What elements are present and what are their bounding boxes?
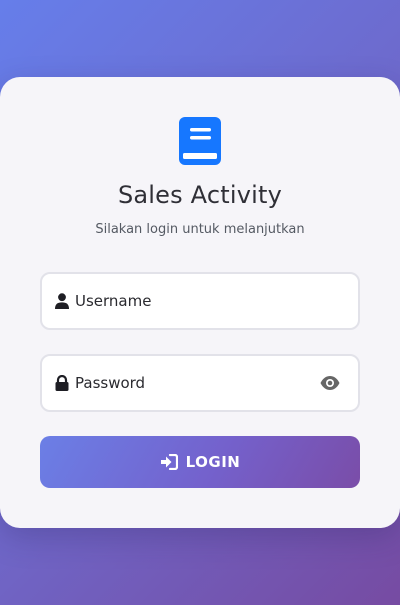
username-input[interactable]: [75, 288, 315, 314]
password-input[interactable]: [75, 370, 315, 396]
eye-icon[interactable]: [320, 375, 340, 391]
login-button[interactable]: LOGIN: [40, 436, 360, 488]
login-card: Sales Activity Silakan login untuk melan…: [0, 77, 400, 528]
app-title: Sales Activity: [117, 181, 283, 209]
lock-icon: [55, 375, 69, 391]
sign-in-icon: [160, 454, 178, 470]
book-icon: [179, 117, 221, 165]
username-field[interactable]: [40, 272, 360, 330]
login-subtitle: Silakan login untuk melanjutkan: [95, 222, 305, 237]
password-field[interactable]: [40, 354, 360, 412]
login-button-label: LOGIN: [185, 453, 241, 471]
user-icon: [55, 293, 69, 309]
